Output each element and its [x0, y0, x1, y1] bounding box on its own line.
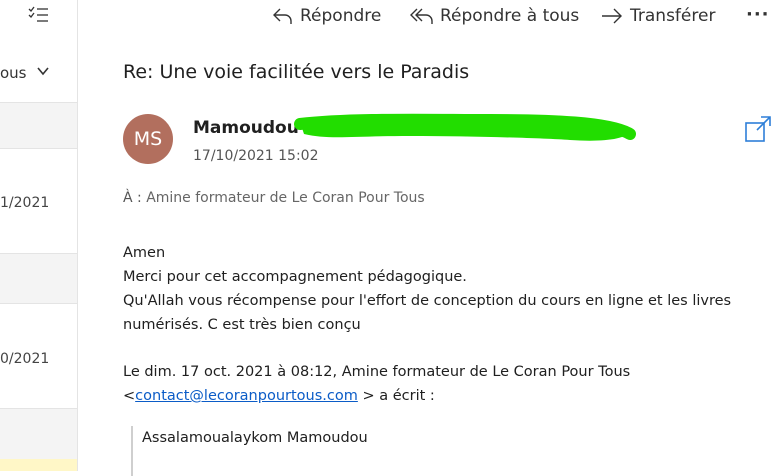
email-date: 17/10/2021 15:02	[193, 148, 319, 164]
list-item[interactable]: 0/2021	[0, 304, 77, 409]
list-item[interactable]	[0, 103, 77, 149]
message-list: ous 1/2021 0/2021	[0, 0, 78, 471]
avatar-initials: MS	[133, 128, 163, 150]
reply-icon	[273, 8, 292, 24]
to-label: À :	[123, 190, 142, 206]
reply-button[interactable]: Répondre	[272, 4, 381, 28]
quote-email-link[interactable]: contact@lecoranpourtous.com	[135, 388, 358, 404]
list-header	[0, 0, 77, 103]
quote-header-email-line: <contact@lecoranpourtous.com > a écrit :	[123, 388, 435, 404]
list-item[interactable]	[0, 409, 77, 460]
email-subject: Re: Une voie facilitée vers le Paradis	[123, 61, 470, 83]
list-item[interactable]: 1/2021	[0, 149, 77, 254]
forward-label: Transférer	[630, 6, 716, 26]
forward-button[interactable]: Transférer	[600, 4, 715, 28]
reply-all-button[interactable]: Répondre à tous	[410, 4, 579, 28]
avatar[interactable]: MS	[123, 114, 173, 164]
open-in-new-window-icon[interactable]	[744, 115, 772, 143]
reply-all-icon	[410, 8, 433, 24]
reply-label: Répondre	[300, 6, 382, 26]
more-actions-button[interactable]: ···	[746, 2, 770, 26]
list-item-date: 1/2021	[0, 195, 50, 211]
redaction-scribble	[294, 113, 636, 141]
email-body: Amen Merci pour cet accompagnement pédag…	[123, 241, 763, 408]
quoted-text: Assalamoualaykom Mamoudou	[142, 430, 368, 446]
body-line: Amen	[123, 245, 166, 261]
list-item-highlight	[0, 459, 77, 471]
reply-all-label: Répondre à tous	[440, 6, 580, 26]
body-line: Merci pour cet accompagnement pédagogiqu…	[123, 269, 467, 285]
more-dots-icon: ···	[746, 3, 770, 25]
quote-header: Le dim. 17 oct. 2021 à 08:12, Amine form…	[123, 364, 631, 380]
forward-arrow-icon	[602, 8, 622, 24]
list-item-date: 0/2021	[0, 351, 50, 367]
body-line: Qu'Allah vous récompense pour l'effort d…	[123, 293, 732, 333]
sender-name[interactable]: Mamoudou	[193, 118, 299, 138]
recipient-line: À : Amine formateur de Le Coran Pour Tou…	[123, 190, 425, 206]
quoted-message: Assalamoualaykom Mamoudou	[131, 426, 368, 476]
recipient-name[interactable]: Amine formateur de Le Coran Pour Tous	[146, 190, 425, 206]
list-item[interactable]	[0, 254, 77, 304]
